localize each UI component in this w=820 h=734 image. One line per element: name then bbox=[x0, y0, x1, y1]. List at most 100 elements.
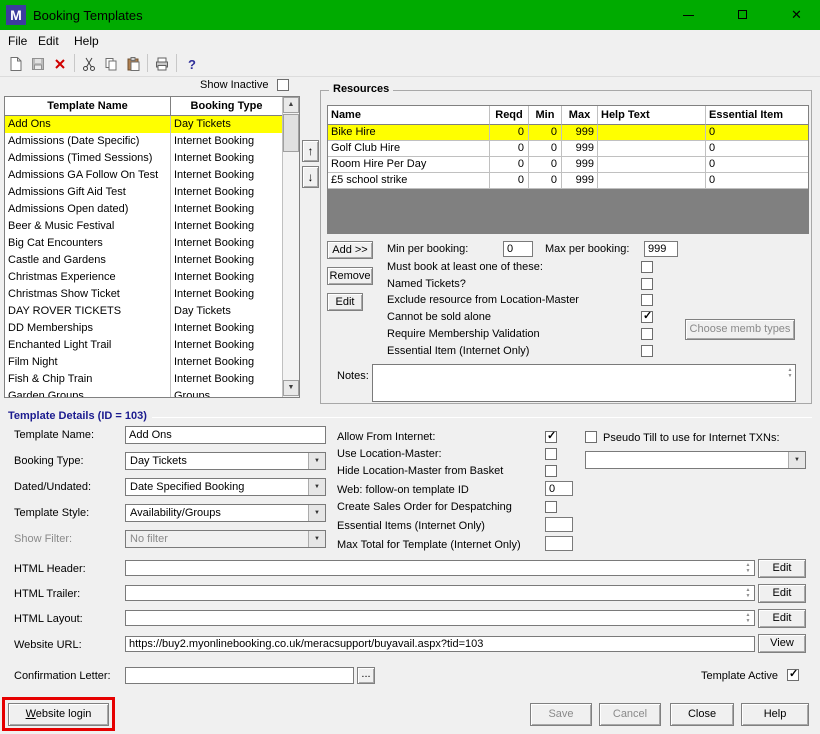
add-resource-button[interactable]: Add >> bbox=[327, 241, 373, 259]
table-row[interactable]: Admissions Open dated) Internet Booking bbox=[5, 201, 282, 218]
vertical-scrollbar[interactable] bbox=[282, 97, 299, 397]
copy-button[interactable] bbox=[101, 54, 121, 74]
template-name-input[interactable] bbox=[125, 426, 326, 444]
move-up-button[interactable] bbox=[302, 140, 319, 162]
table-row[interactable]: Enchanted Light Trail Internet Booking bbox=[5, 337, 282, 354]
essential-items-input[interactable] bbox=[545, 517, 573, 532]
menu-help[interactable]: Help bbox=[74, 34, 99, 48]
html-header-input[interactable] bbox=[125, 560, 755, 576]
max-per-booking-input[interactable] bbox=[644, 241, 678, 257]
template-active-checkbox[interactable] bbox=[787, 667, 799, 681]
cannot-be-sold-checkbox[interactable] bbox=[641, 309, 653, 323]
resources-table: Name Reqd Min Max Help Text Essential It… bbox=[327, 105, 809, 234]
edit-html-layout-button[interactable]: Edit bbox=[758, 609, 806, 628]
delete-button[interactable] bbox=[50, 54, 70, 74]
create-sales-order-checkbox[interactable] bbox=[545, 501, 557, 513]
named-tickets-checkbox[interactable] bbox=[641, 278, 653, 290]
cut-button[interactable] bbox=[79, 54, 99, 74]
hide-location-master-checkbox[interactable] bbox=[545, 465, 557, 477]
table-row[interactable]: Bike Hire 0 0 999 0 bbox=[328, 125, 808, 141]
table-row[interactable]: DAY ROVER TICKETS Day Tickets bbox=[5, 303, 282, 320]
help-button-footer[interactable]: Help bbox=[741, 703, 809, 726]
column-header-booking-type[interactable]: Booking Type bbox=[171, 97, 282, 116]
template-style-dropdown[interactable]: Availability/Groups bbox=[125, 504, 326, 522]
view-website-button[interactable]: View bbox=[758, 634, 806, 653]
scroll-arrows-icon[interactable] bbox=[743, 612, 753, 624]
confirmation-letter-input[interactable] bbox=[125, 667, 354, 684]
minimize-button[interactable] bbox=[666, 0, 711, 30]
chevron-down-icon[interactable] bbox=[308, 453, 325, 469]
help-icon: ? bbox=[188, 57, 196, 72]
booking-templates-window: M Booking Templates File Edit Help bbox=[0, 0, 820, 734]
allow-internet-checkbox[interactable] bbox=[545, 429, 557, 443]
min-per-booking-input[interactable] bbox=[503, 241, 533, 257]
max-total-input[interactable] bbox=[545, 536, 573, 551]
chevron-down-icon[interactable] bbox=[308, 505, 325, 521]
require-membership-checkbox[interactable] bbox=[641, 328, 653, 340]
close-button-footer[interactable]: Close bbox=[670, 703, 734, 726]
print-button[interactable] bbox=[152, 54, 172, 74]
svg-text:?: ? bbox=[188, 57, 196, 72]
table-row[interactable]: Admissions GA Follow On Test Internet Boo… bbox=[5, 167, 282, 184]
max-total-label: Max Total for Template (Internet Only) bbox=[337, 539, 521, 551]
new-document-button[interactable] bbox=[6, 54, 26, 74]
chevron-down-icon[interactable] bbox=[308, 479, 325, 495]
edit-html-trailer-button[interactable]: Edit bbox=[758, 584, 806, 603]
table-row[interactable]: Admissions Gift Aid Test Internet Booking bbox=[5, 184, 282, 201]
help-button-toolbar[interactable]: ? bbox=[182, 54, 202, 74]
scrollbar-thumb[interactable] bbox=[283, 114, 299, 152]
use-location-master-label: Use Location-Master: bbox=[337, 448, 442, 460]
browse-button[interactable]: ... bbox=[357, 667, 375, 684]
close-button[interactable] bbox=[774, 0, 819, 30]
table-row[interactable]: Christmas Show Ticket Internet Booking bbox=[5, 286, 282, 303]
table-row[interactable]: Fish & Chip Train Internet Booking bbox=[5, 371, 282, 388]
table-row[interactable]: Garden Groups Groups bbox=[5, 388, 282, 397]
resources-empty-area bbox=[328, 189, 808, 233]
column-header-template-name[interactable]: Template Name bbox=[5, 97, 171, 116]
scroll-arrows-icon[interactable] bbox=[743, 562, 753, 574]
website-url-input[interactable] bbox=[125, 636, 755, 652]
table-row[interactable]: Golf Club Hire 0 0 999 0 bbox=[328, 141, 808, 157]
booking-type-dropdown[interactable]: Day Tickets bbox=[125, 452, 326, 470]
exclude-resource-checkbox[interactable] bbox=[641, 294, 653, 306]
booking-type-label: Booking Type: bbox=[14, 455, 84, 467]
scroll-up-icon[interactable] bbox=[283, 97, 299, 113]
table-row[interactable]: Christmas Experience Internet Booking bbox=[5, 269, 282, 286]
dated-undated-dropdown[interactable]: Date Specified Booking bbox=[125, 478, 326, 496]
edit-html-header-button[interactable]: Edit bbox=[758, 559, 806, 578]
table-row[interactable]: Big Cat Encounters Internet Booking bbox=[5, 235, 282, 252]
table-row[interactable]: Castle and Gardens Internet Booking bbox=[5, 252, 282, 269]
show-inactive-checkbox[interactable] bbox=[277, 79, 289, 91]
menu-file[interactable]: File bbox=[8, 34, 27, 48]
edit-resource-button[interactable]: Edit bbox=[327, 293, 363, 311]
toolbar-separator bbox=[147, 54, 148, 72]
menu-edit[interactable]: Edit bbox=[38, 34, 59, 48]
scroll-arrows-icon[interactable] bbox=[743, 587, 753, 599]
chevron-down-icon[interactable] bbox=[788, 452, 805, 468]
must-book-checkbox[interactable] bbox=[641, 261, 653, 273]
table-row[interactable]: Room Hire Per Day 0 0 999 0 bbox=[328, 157, 808, 173]
table-row[interactable]: Admissions (Timed Sessions) Internet Book… bbox=[5, 150, 282, 167]
pseudo-till-checkbox[interactable] bbox=[585, 431, 597, 443]
table-row[interactable]: Film Night Internet Booking bbox=[5, 354, 282, 371]
use-location-master-checkbox[interactable] bbox=[545, 448, 557, 460]
html-layout-input[interactable] bbox=[125, 610, 755, 626]
move-down-button[interactable] bbox=[302, 166, 319, 188]
maximize-button[interactable] bbox=[720, 0, 765, 30]
web-follow-on-input[interactable] bbox=[545, 481, 573, 496]
save-button-footer: Save bbox=[530, 703, 592, 726]
table-row[interactable]: Beer & Music Festival Internet Booking bbox=[5, 218, 282, 235]
scroll-arrows-icon[interactable] bbox=[785, 367, 795, 379]
notes-textarea[interactable] bbox=[372, 364, 796, 402]
table-row[interactable]: £5 school strike 0 0 999 0 bbox=[328, 173, 808, 189]
table-row[interactable]: DD Memberships Internet Booking bbox=[5, 320, 282, 337]
table-row[interactable]: Admissions (Date Specific) Internet Booki… bbox=[5, 133, 282, 150]
table-row[interactable]: Add Ons Day Tickets bbox=[5, 116, 282, 133]
html-trailer-input[interactable] bbox=[125, 585, 755, 601]
scroll-down-icon[interactable] bbox=[283, 380, 299, 396]
essential-item-checkbox[interactable] bbox=[641, 345, 653, 357]
remove-resource-button[interactable]: Remove bbox=[327, 267, 373, 285]
template-style-label: Template Style: bbox=[14, 507, 90, 519]
paste-button[interactable] bbox=[123, 54, 143, 74]
pseudo-till-dropdown[interactable] bbox=[585, 451, 806, 469]
